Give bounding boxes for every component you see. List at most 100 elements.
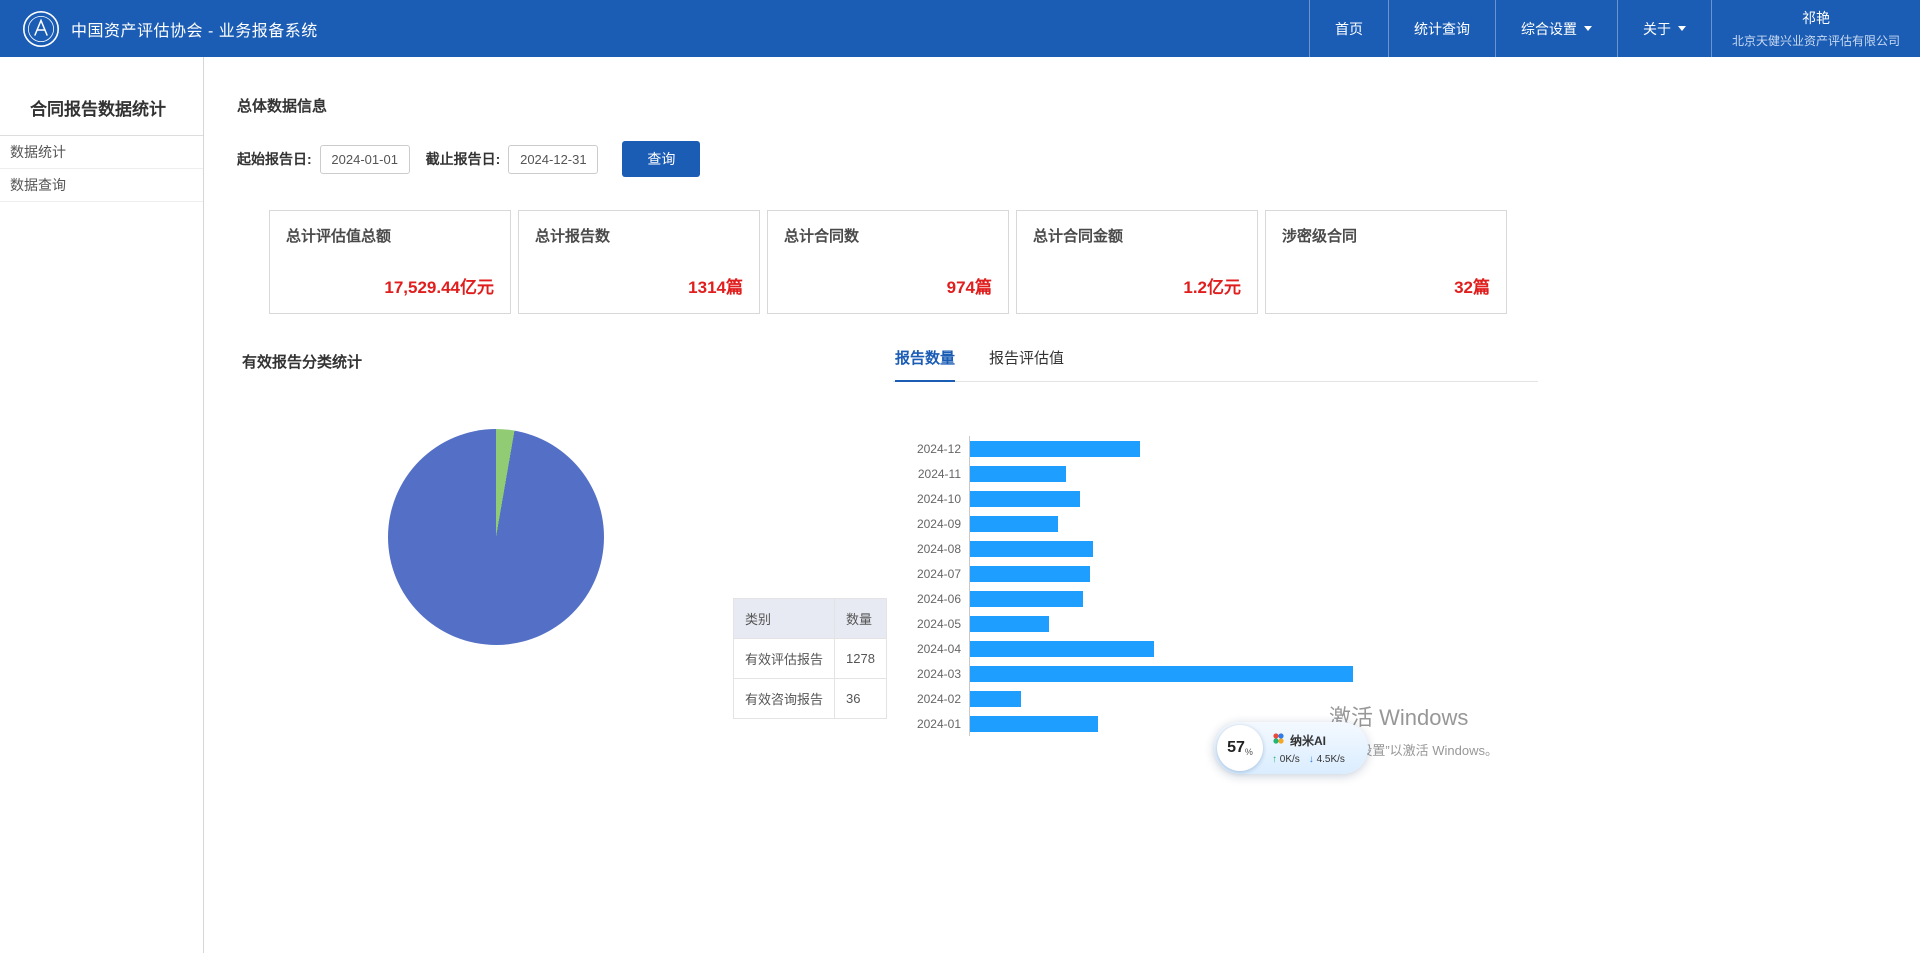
- bar-track: [969, 436, 1533, 461]
- chevron-down-icon: [1678, 26, 1686, 31]
- network-speeds: ↑ 0K/s ↓ 4.5K/s: [1272, 754, 1345, 765]
- start-date-input[interactable]: [320, 145, 410, 174]
- legend-cell-count: 36: [835, 679, 887, 719]
- upload-speed-value: 0K/s: [1280, 754, 1300, 765]
- bar-row: 2024-06: [893, 586, 1538, 611]
- bar[interactable]: [970, 491, 1080, 507]
- bar-row: 2024-05: [893, 611, 1538, 636]
- query-button[interactable]: 查询: [622, 141, 700, 177]
- bar[interactable]: [970, 566, 1090, 582]
- stat-card-value: 32篇: [1454, 273, 1490, 298]
- pie-chart[interactable]: [388, 429, 604, 645]
- bar[interactable]: [970, 666, 1353, 682]
- sidebar-item-data-query[interactable]: 数据查询: [0, 169, 203, 202]
- main-nav: 首页 统计查询 综合设置 关于 祁艳 北京天健兴业资产评估有限公司: [1309, 0, 1920, 57]
- download-speed-value: 4.5K/s: [1317, 754, 1345, 765]
- nav-home[interactable]: 首页: [1309, 0, 1388, 57]
- stat-card-value: 1.2亿元: [1183, 273, 1241, 298]
- nami-ai-app[interactable]: 纳米AI: [1272, 732, 1345, 749]
- bar[interactable]: [970, 541, 1093, 557]
- stat-card-label: 总计评估值总额: [286, 225, 494, 246]
- bar-category-label: 2024-12: [893, 442, 961, 456]
- bar[interactable]: [970, 716, 1098, 732]
- association-logo-icon: [22, 10, 60, 48]
- bar-track: [969, 461, 1533, 486]
- app-title: 中国资产评估协会 - 业务报备系统: [71, 17, 318, 41]
- bar[interactable]: [970, 441, 1140, 457]
- nav-stat-query[interactable]: 统计查询: [1388, 0, 1495, 57]
- stat-cards: 总计评估值总额 17,529.44亿元 总计报告数 1314篇 总计合同数 97…: [269, 210, 1920, 314]
- chart-tabs: 报告数量 报告评估值: [893, 345, 1538, 382]
- bar-track: [969, 511, 1533, 536]
- bar-category-label: 2024-05: [893, 617, 961, 631]
- page-body: 合同报告数据统计 数据统计 数据查询 总体数据信息 起始报告日: 截止报告日: …: [0, 57, 1920, 953]
- end-date-input[interactable]: [508, 145, 598, 174]
- bar[interactable]: [970, 691, 1021, 707]
- filter-row: 起始报告日: 截止报告日: 查询: [237, 141, 1920, 177]
- bar[interactable]: [970, 591, 1083, 607]
- pie-legend-table: 类别 数量 有效评估报告 1278 有效咨询报告 36: [733, 598, 887, 719]
- bar[interactable]: [970, 616, 1049, 632]
- bar-row: 2024-01: [893, 711, 1538, 736]
- speed-widget-info: 纳米AI ↑ 0K/s ↓ 4.5K/s: [1272, 732, 1345, 765]
- nav-settings[interactable]: 综合设置: [1495, 0, 1617, 57]
- arrow-down-icon: ↓: [1309, 754, 1314, 765]
- memory-percent-value: 57: [1227, 739, 1245, 757]
- bar-panel: 报告数量 报告评估值 2024-12 2024-11 2024-10 2024-09 2…: [893, 345, 1538, 775]
- tab-report-value[interactable]: 报告评估值: [989, 347, 1064, 368]
- bar-track: [969, 486, 1533, 511]
- stat-card-total-reports: 总计报告数 1314篇: [518, 210, 760, 314]
- memory-percent-unit: %: [1245, 747, 1253, 757]
- bar-row: 2024-11: [893, 461, 1538, 486]
- chevron-down-icon: [1584, 26, 1592, 31]
- stat-card-total-contracts: 总计合同数 974篇: [767, 210, 1009, 314]
- speed-widget[interactable]: 57% 纳米AI ↑ 0K/s ↓ 4.5K/s: [1214, 722, 1368, 774]
- bar-category-label: 2024-02: [893, 692, 961, 706]
- sidebar-title: 合同报告数据统计: [0, 95, 203, 136]
- memory-percent-circle[interactable]: 57%: [1217, 725, 1263, 771]
- bar-category-label: 2024-09: [893, 517, 961, 531]
- sidebar-item-label: 数据查询: [10, 177, 66, 193]
- bar-category-label: 2024-07: [893, 567, 961, 581]
- user-company: 北京天健兴业资产评估有限公司: [1732, 32, 1900, 49]
- table-row: 有效评估报告 1278: [734, 639, 887, 679]
- bar-category-label: 2024-10: [893, 492, 961, 506]
- legend-col-category: 类别: [734, 599, 835, 639]
- legend-cell-category: 有效咨询报告: [734, 679, 835, 719]
- nav-about[interactable]: 关于: [1617, 0, 1711, 57]
- sidebar-item-label: 数据统计: [10, 144, 66, 160]
- bar-row: 2024-03: [893, 661, 1538, 686]
- bar-category-label: 2024-04: [893, 642, 961, 656]
- stat-card-total-contract-amount: 总计合同金额 1.2亿元: [1016, 210, 1258, 314]
- nami-ai-icon: [1272, 732, 1285, 748]
- end-date-label: 截止报告日:: [426, 149, 501, 169]
- user-name: 祁艳: [1802, 8, 1830, 28]
- table-header-row: 类别 数量: [734, 599, 887, 639]
- table-row: 有效咨询报告 36: [734, 679, 887, 719]
- bar-track: [969, 686, 1533, 711]
- start-date-label: 起始报告日:: [237, 149, 312, 169]
- stat-card-classified-contracts: 涉密级合同 32篇: [1265, 210, 1507, 314]
- legend-col-count: 数量: [835, 599, 887, 639]
- stat-card-label: 总计合同数: [784, 225, 992, 246]
- stat-card-label: 总计合同金额: [1033, 225, 1241, 246]
- bar[interactable]: [970, 641, 1154, 657]
- nav-item-label: 关于: [1643, 19, 1671, 39]
- bar-category-label: 2024-06: [893, 592, 961, 606]
- bar-track: [969, 561, 1533, 586]
- sidebar-item-data-statistics[interactable]: 数据统计: [0, 136, 203, 169]
- sidebar: 合同报告数据统计 数据统计 数据查询: [0, 57, 204, 953]
- user-menu[interactable]: 祁艳 北京天健兴业资产评估有限公司: [1711, 0, 1920, 57]
- bar-category-label: 2024-03: [893, 667, 961, 681]
- bar-row: 2024-10: [893, 486, 1538, 511]
- nav-item-label: 统计查询: [1414, 19, 1470, 39]
- bar-row: 2024-12: [893, 436, 1538, 461]
- stat-card-value: 974篇: [947, 273, 992, 298]
- tab-report-count[interactable]: 报告数量: [895, 347, 955, 368]
- pie-panel-title: 有效报告分类统计: [242, 351, 893, 372]
- bar[interactable]: [970, 516, 1058, 532]
- bar[interactable]: [970, 466, 1066, 482]
- stat-card-label: 总计报告数: [535, 225, 743, 246]
- legend-cell-category: 有效评估报告: [734, 639, 835, 679]
- nav-item-label: 首页: [1335, 19, 1363, 39]
